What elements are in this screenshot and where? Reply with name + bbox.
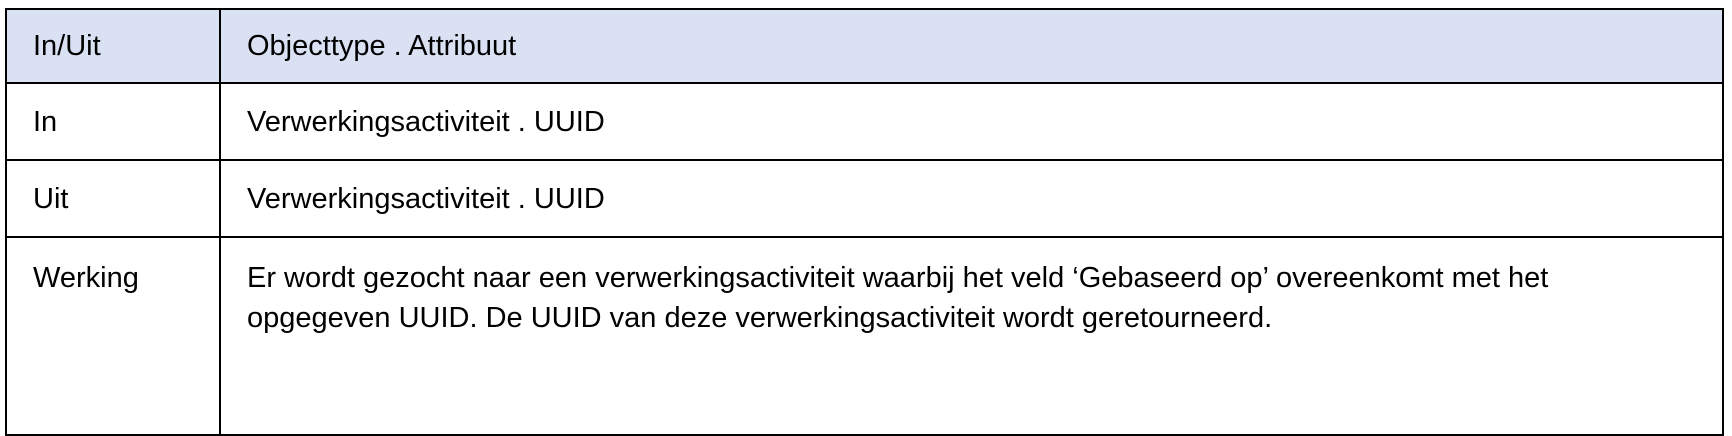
row-label-in: In xyxy=(5,82,221,161)
table-row: Werking Er wordt gezocht naar een verwer… xyxy=(5,236,1724,436)
table-row: In Verwerkingsactiviteit . UUID xyxy=(5,82,1724,161)
header-objecttype-attribuut: Objecttype . Attribuut xyxy=(219,8,1724,84)
table-row: Uit Verwerkingsactiviteit . UUID xyxy=(5,159,1724,238)
werking-description: Er wordt gezocht naar een verwerkingsact… xyxy=(247,262,1549,334)
spec-table: In/Uit Objecttype . Attribuut In Verwerk… xyxy=(5,8,1724,436)
row-value-uit: Verwerkingsactiviteit . UUID xyxy=(219,159,1724,238)
spec-table-container: In/Uit Objecttype . Attribuut In Verwerk… xyxy=(5,8,1724,436)
row-label-werking: Werking xyxy=(5,236,221,436)
row-value-in: Verwerkingsactiviteit . UUID xyxy=(219,82,1724,161)
header-row: In/Uit Objecttype . Attribuut xyxy=(5,8,1724,84)
row-label-uit: Uit xyxy=(5,159,221,238)
header-in-uit: In/Uit xyxy=(5,8,221,84)
row-value-werking: Er wordt gezocht naar een verwerkingsact… xyxy=(219,236,1724,436)
